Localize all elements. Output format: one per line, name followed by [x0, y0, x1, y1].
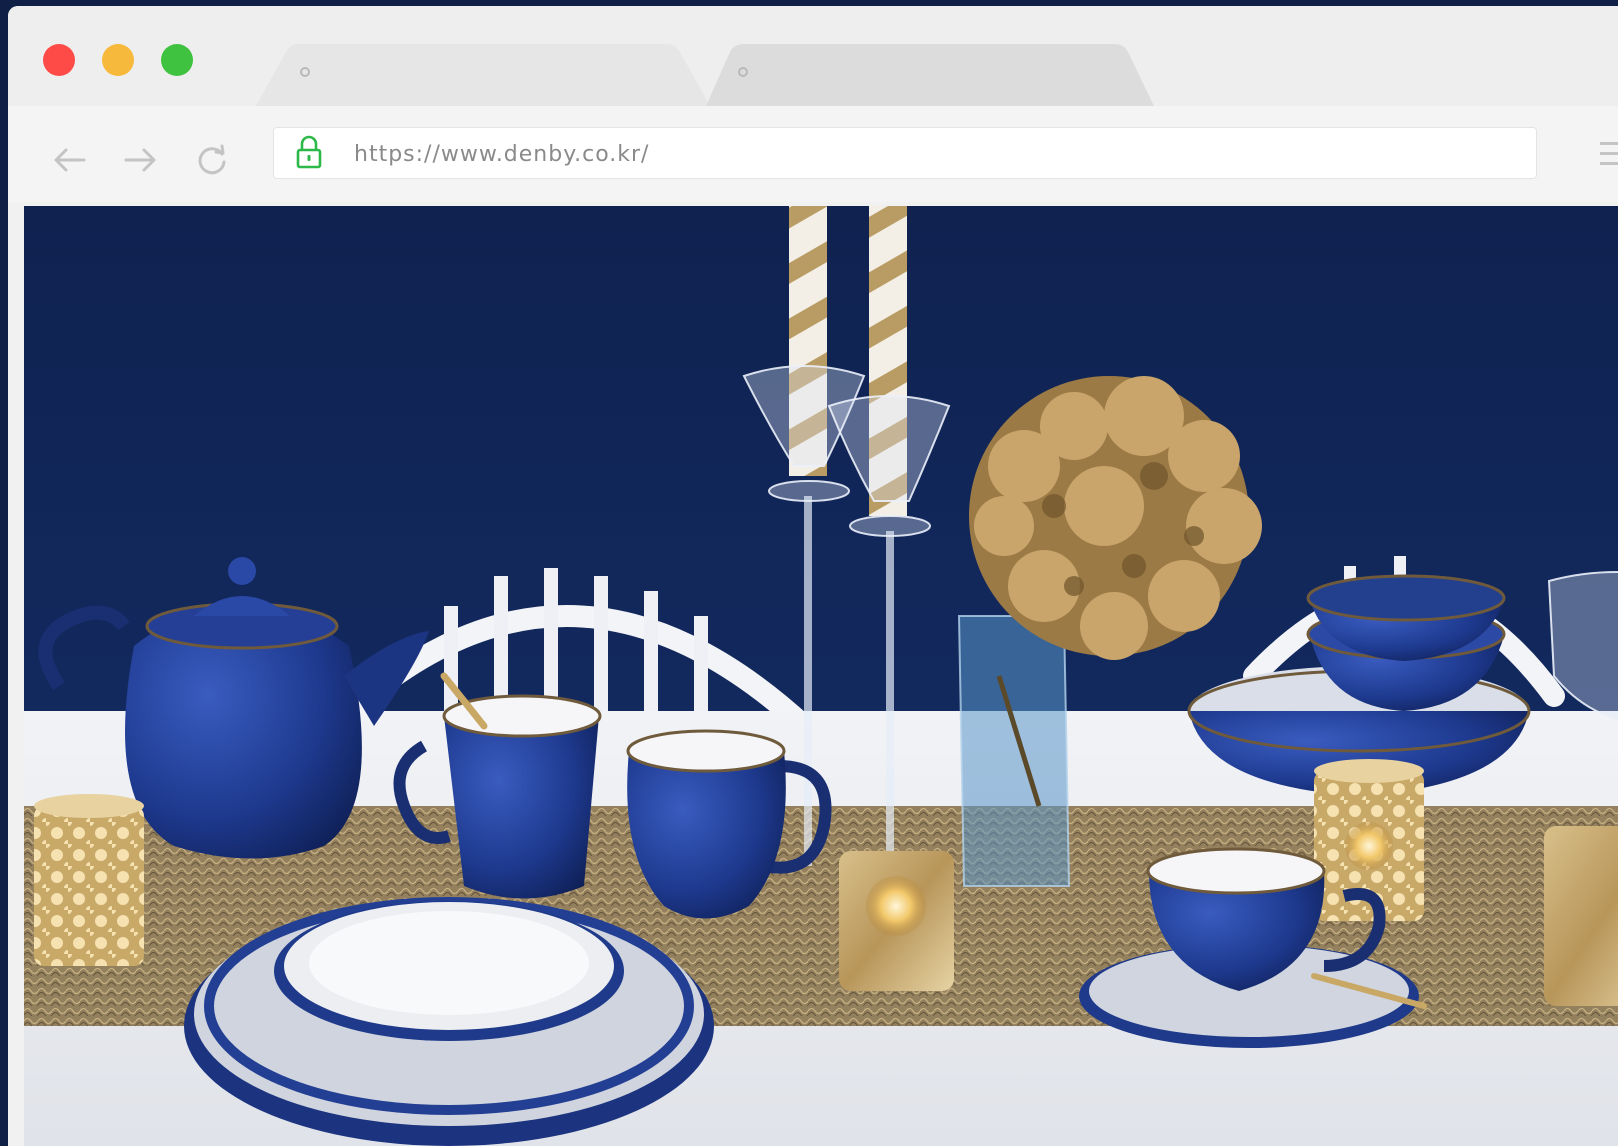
minimize-window-button[interactable]: [102, 44, 134, 76]
title-bar: [8, 6, 1618, 106]
tab-favicon-icon: [738, 67, 748, 77]
arrow-right-icon: [124, 148, 156, 172]
browser-window: https://www.denby.co.kr/: [8, 6, 1618, 1146]
forward-button[interactable]: [120, 140, 160, 180]
maximize-window-button[interactable]: [161, 44, 193, 76]
arrow-left-icon: [54, 148, 86, 172]
hamburger-menu-icon: [1600, 142, 1618, 165]
close-window-button[interactable]: [43, 44, 75, 76]
address-bar[interactable]: https://www.denby.co.kr/: [274, 128, 1536, 178]
browser-toolbar: https://www.denby.co.kr/: [8, 106, 1618, 202]
back-button[interactable]: [50, 140, 90, 180]
reload-button[interactable]: [192, 140, 232, 180]
url-text: https://www.denby.co.kr/: [354, 142, 650, 167]
tab-favicon-icon: [300, 67, 310, 77]
lock-icon: [296, 135, 322, 169]
browser-tab-2[interactable]: [706, 44, 1166, 106]
hero-image: [24, 206, 1618, 1146]
reload-icon: [198, 144, 226, 175]
browser-menu-button[interactable]: [1596, 134, 1618, 174]
page-viewport: [24, 206, 1618, 1146]
browser-tab-1[interactable]: [256, 44, 716, 106]
